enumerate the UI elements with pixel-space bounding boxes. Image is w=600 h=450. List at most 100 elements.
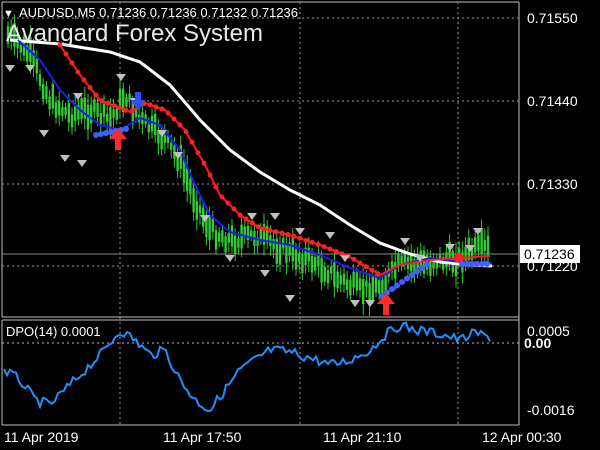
candle-body [477, 234, 480, 252]
candle-body [58, 101, 61, 116]
grid-lines [2, 2, 519, 425]
candle-body [170, 142, 173, 150]
triangle-down-icon [400, 238, 410, 245]
red-dot [75, 69, 81, 75]
candle-body [483, 240, 486, 251]
red-dot [285, 232, 291, 238]
red-dot [369, 267, 375, 273]
triangle-down-icon [295, 228, 305, 235]
watermark: Avangard Forex System [6, 20, 263, 47]
candle-body [147, 124, 150, 133]
candle-body [243, 226, 246, 236]
price-label: 0.71330 [527, 176, 578, 192]
candle-body [346, 279, 349, 290]
menu-triangle-icon[interactable]: ▼ [3, 8, 14, 20]
candle-body [365, 280, 368, 287]
candle-body [211, 218, 214, 232]
triangle-down-icon [116, 74, 126, 81]
red-dot [231, 206, 237, 212]
candle-body [106, 113, 109, 122]
triangle-down-icon [325, 232, 335, 239]
candle-body [35, 58, 38, 74]
blue-dot [123, 126, 129, 132]
trading-chart[interactable]: Avangard Forex System ▼ AUDUSD,M5 0.7123… [0, 0, 600, 450]
dpo-panel: DPO(14) 0.0001 0.0005 0.00 -0.0016 [1, 319, 575, 426]
candle-body [272, 238, 275, 250]
red-dot [99, 98, 105, 104]
candle-body [83, 97, 86, 119]
red-dot [327, 246, 333, 252]
red-dot [315, 241, 321, 247]
red-dot [267, 227, 273, 233]
candle-body [240, 224, 243, 249]
candle-body [307, 247, 310, 262]
triangle-down-icon [225, 255, 235, 262]
time-axis: 11 Apr 2019 11 Apr 17:50 11 Apr 21:10 12… [4, 429, 562, 445]
red-dot [351, 256, 357, 262]
blue-dot [399, 279, 405, 285]
candle-body [90, 104, 93, 124]
price-axis: 0.71550 0.71440 0.71330 0.71220 0.71236 [520, 10, 580, 274]
dpo-level: -0.0016 [527, 402, 575, 418]
red-dot [189, 139, 195, 145]
red-dot [171, 116, 177, 122]
triangle-down-icon [60, 155, 70, 162]
dpo-level: 0.00 [524, 335, 551, 351]
candle-body [224, 236, 227, 253]
red-dot [183, 129, 189, 135]
price-label: 0.71550 [527, 10, 578, 26]
candle-body [310, 256, 314, 273]
candle-body [320, 258, 323, 283]
candle-body [67, 103, 70, 123]
candle-body [358, 278, 362, 291]
blue-dot [419, 265, 425, 271]
red-dot [111, 103, 117, 109]
candle-body [125, 97, 128, 107]
red-dot [105, 100, 111, 106]
candle-body [339, 275, 342, 285]
candle-body [342, 273, 346, 285]
red-dot [147, 102, 153, 108]
candle-body [112, 109, 115, 118]
candle-body [294, 249, 298, 270]
candle-body [486, 235, 490, 257]
red-dot [243, 216, 249, 222]
time-label: 11 Apr 2019 [4, 429, 79, 445]
red-dot [165, 110, 171, 116]
candle-body [333, 261, 336, 287]
red-dot [213, 184, 219, 190]
red-dot [297, 235, 303, 241]
red-dot [303, 237, 309, 243]
triangle-down-icon [39, 130, 49, 137]
candle-body [115, 108, 118, 120]
candle-body [480, 228, 483, 255]
dpo-label: DPO(14) 0.0001 [6, 324, 101, 339]
time-label: 11 Apr 17:50 [163, 429, 242, 445]
candle-body [80, 97, 83, 119]
candle-body [330, 266, 333, 274]
candle-body [234, 235, 237, 254]
candle-body [227, 233, 230, 243]
triangle-down-icon [365, 300, 375, 307]
candle-body [230, 225, 234, 247]
candle-body [214, 230, 218, 250]
red-line [59, 44, 491, 277]
candle-body [218, 232, 221, 242]
red-dot [201, 160, 207, 166]
triangle-down-icon [5, 65, 15, 72]
red-dot [159, 106, 165, 112]
candle-body [195, 201, 198, 220]
candle-body [285, 244, 288, 263]
candle-body [99, 113, 102, 125]
candle-body [464, 247, 467, 261]
candle-body [189, 178, 192, 195]
candle-body [48, 96, 51, 110]
blue-dot [93, 132, 99, 138]
candle-body [51, 83, 54, 109]
red-dot [309, 239, 315, 245]
price-label: 0.71440 [527, 93, 578, 109]
blue-dot [103, 130, 109, 136]
red-dot [321, 244, 327, 250]
triangle-down-icon [350, 300, 360, 307]
red-dot [375, 271, 381, 277]
